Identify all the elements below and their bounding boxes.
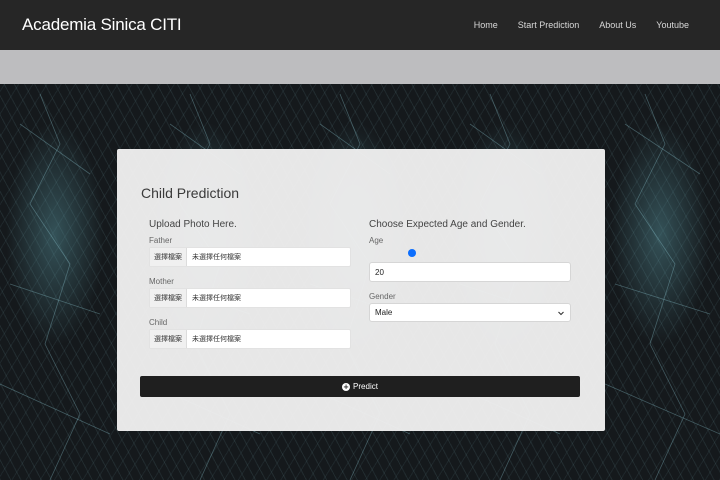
father-file-input[interactable]: 選擇檔案 未選擇任何檔案 — [149, 247, 351, 267]
chevron-down-icon — [558, 311, 564, 315]
father-file-status: 未選擇任何檔案 — [192, 254, 241, 261]
age-input[interactable]: 20 — [369, 262, 571, 282]
nav-links: Home Start Prediction About Us Youtube — [464, 20, 698, 30]
mother-file-input[interactable]: 選擇檔案 未選擇任何檔案 — [149, 288, 351, 308]
upload-heading: Upload Photo Here. — [149, 219, 237, 230]
plus-circle-icon: + — [342, 382, 351, 391]
predict-label: Predict — [353, 382, 378, 391]
expected-column: Choose Expected Age and Gender. Age 20 G… — [369, 219, 571, 322]
child-file-input[interactable]: 選擇檔案 未選擇任何檔案 — [149, 329, 351, 349]
nav-link-youtube[interactable]: Youtube — [646, 20, 698, 30]
prediction-card: Child Prediction Upload Photo Here. Fath… — [117, 149, 605, 431]
age-slider-thumb[interactable] — [407, 249, 416, 257]
gender-label: Gender — [369, 292, 396, 301]
father-label: Father — [149, 236, 173, 245]
card-title: Child Prediction — [141, 185, 240, 201]
expected-heading: Choose Expected Age and Gender. — [369, 219, 526, 230]
gray-band — [0, 50, 720, 84]
child-file-status: 未選擇任何檔案 — [192, 336, 241, 343]
gender-selected-value: Male — [375, 308, 393, 317]
child-label: Child — [149, 318, 168, 327]
gender-select[interactable]: Male — [369, 303, 571, 322]
father-choose-file-button[interactable]: 選擇檔案 — [150, 248, 187, 266]
nav-link-about-us[interactable]: About Us — [589, 20, 646, 30]
predict-button[interactable]: + Predict — [140, 376, 580, 397]
nav-link-start-prediction[interactable]: Start Prediction — [508, 20, 590, 30]
upload-column: Upload Photo Here. Father 選擇檔案 未選擇任何檔案 M… — [149, 219, 351, 359]
nav-link-home[interactable]: Home — [464, 20, 508, 30]
age-slider[interactable] — [369, 247, 571, 259]
brand-title[interactable]: Academia Sinica CITI — [22, 15, 182, 35]
child-choose-file-button[interactable]: 選擇檔案 — [150, 330, 187, 348]
top-navbar: Academia Sinica CITI Home Start Predicti… — [0, 0, 720, 50]
mother-choose-file-button[interactable]: 選擇檔案 — [150, 289, 187, 307]
mother-label: Mother — [149, 277, 174, 286]
mother-file-status: 未選擇任何檔案 — [192, 295, 241, 302]
age-label: Age — [369, 236, 384, 245]
